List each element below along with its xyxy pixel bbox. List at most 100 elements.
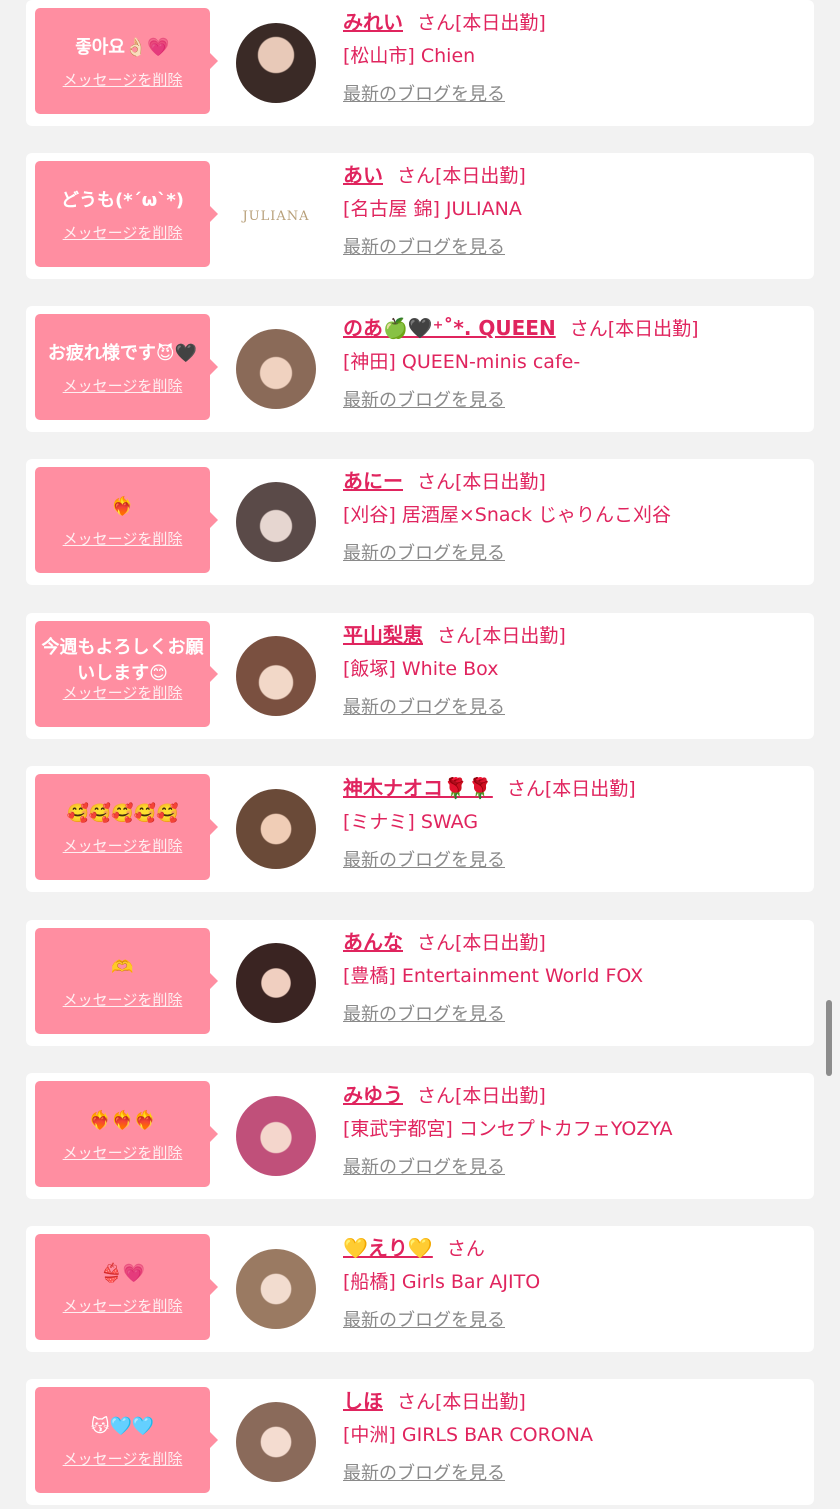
message-bubble: 👙💗 メッセージを削除 <box>35 1234 218 1340</box>
message-bubble: ❤️‍🔥❤️‍🔥❤️‍🔥 メッセージを削除 <box>35 1081 218 1187</box>
honorific: さん <box>417 1085 456 1107</box>
cast-name-link[interactable]: みゆう <box>343 1083 403 1107</box>
delete-message-link[interactable]: メッセージを削除 <box>35 528 210 549</box>
message-card: 😽🩵🩵 メッセージを削除 しほ さん[本日出勤] [中洲] GIRLS BAR C… <box>26 1379 814 1505</box>
message-text: 🥰🥰🥰🥰🥰 <box>66 803 179 824</box>
message-text: どうも(*´ω`*) <box>61 190 184 211</box>
message-bubble: 🥰🥰🥰🥰🥰 メッセージを削除 <box>35 774 218 880</box>
message-card: お疲れ様です😈🖤 メッセージを削除 のあ🍏🖤⁺˚*. QUEEN さん[本日出勤]… <box>26 306 814 432</box>
avatar[interactable] <box>236 1402 316 1482</box>
cast-name-link[interactable]: あんな <box>343 930 403 954</box>
shop-label: [神田] QUEEN-minis cafe- <box>343 351 581 373</box>
latest-blog-link[interactable]: 最新のブログを見る <box>343 386 505 412</box>
message-text: ❤️‍🔥❤️‍🔥❤️‍🔥 <box>88 1110 157 1131</box>
honorific: さん <box>506 778 545 800</box>
latest-blog-link[interactable]: 最新のブログを見る <box>343 233 505 259</box>
cast-info: あい さん[本日出勤] [名古屋 錦] JULIANA 最新のブログを見る <box>343 159 804 259</box>
status-badge: [本日出勤] <box>455 1085 546 1107</box>
honorific: さん <box>417 12 456 34</box>
shop-label: [飯塚] White Box <box>343 658 499 680</box>
status-badge: [本日出勤] <box>435 165 526 187</box>
cast-name-link[interactable]: しほ <box>343 1389 383 1413</box>
delete-message-link[interactable]: メッセージを削除 <box>35 222 210 243</box>
message-card: 🥰🥰🥰🥰🥰 メッセージを削除 神木ナオコ🌹🌹 さん[本日出勤] [ミナミ] SWA… <box>26 766 814 892</box>
latest-blog-link[interactable]: 最新のブログを見る <box>343 80 505 106</box>
latest-blog-link[interactable]: 最新のブログを見る <box>343 693 505 719</box>
delete-message-link[interactable]: メッセージを削除 <box>35 375 210 396</box>
avatar[interactable] <box>236 1096 316 1176</box>
avatar[interactable] <box>236 23 316 103</box>
latest-blog-link[interactable]: 最新のブログを見る <box>343 539 505 565</box>
shop-logo[interactable]: JULIANA <box>236 176 316 256</box>
shop-label: [松山市] Chien <box>343 45 476 67</box>
cast-name-link[interactable]: あい <box>343 163 383 187</box>
delete-message-link[interactable]: メッセージを削除 <box>35 1142 210 1163</box>
message-text: ❤️‍🔥 <box>111 496 134 517</box>
message-text: お疲れ様です😈🖤 <box>47 343 198 364</box>
honorific: さん <box>417 932 456 954</box>
avatar[interactable] <box>236 482 316 562</box>
cast-info: 神木ナオコ🌹🌹 さん[本日出勤] [ミナミ] SWAG 最新のブログを見る <box>343 772 804 872</box>
status-badge: [本日出勤] <box>475 625 566 647</box>
cast-name-link[interactable]: 神木ナオコ🌹🌹 <box>343 776 493 800</box>
message-card: ❤️‍🔥❤️‍🔥❤️‍🔥 メッセージを削除 みゆう さん[本日出勤] [東武宇都宮… <box>26 1073 814 1199</box>
message-bubble: 😽🩵🩵 メッセージを削除 <box>35 1387 218 1493</box>
message-bubble: どうも(*´ω`*) メッセージを削除 <box>35 161 218 267</box>
status-badge: [本日出勤] <box>455 932 546 954</box>
delete-message-link[interactable]: メッセージを削除 <box>35 1448 210 1469</box>
latest-blog-link[interactable]: 最新のブログを見る <box>343 1153 505 1179</box>
message-bubble: 今週もよろしくお願いします😊 メッセージを削除 <box>35 621 218 727</box>
cast-name-link[interactable]: 平山梨恵 <box>343 623 423 647</box>
status-badge: [本日出勤] <box>435 1391 526 1413</box>
honorific: さん <box>437 625 476 647</box>
cast-name-link[interactable]: 💛えり💛 <box>343 1236 433 1260</box>
delete-message-link[interactable]: メッセージを削除 <box>35 69 210 90</box>
status-badge: [本日出勤] <box>455 12 546 34</box>
shop-label: [ミナミ] SWAG <box>343 811 479 833</box>
shop-label: [名古屋 錦] JULIANA <box>343 198 522 220</box>
honorific: さん <box>569 318 608 340</box>
latest-blog-link[interactable]: 最新のブログを見る <box>343 1459 505 1485</box>
avatar[interactable] <box>236 1249 316 1329</box>
scrollbar[interactable] <box>826 1000 832 1076</box>
honorific: さん <box>446 1238 485 1260</box>
honorific: さん <box>397 1391 436 1413</box>
avatar[interactable] <box>236 789 316 869</box>
message-bubble: お疲れ様です😈🖤 メッセージを削除 <box>35 314 218 420</box>
message-bubble: 🫶 メッセージを削除 <box>35 928 218 1034</box>
delete-message-link[interactable]: メッセージを削除 <box>35 682 210 703</box>
status-badge: [本日出勤] <box>544 778 636 800</box>
delete-message-link[interactable]: メッセージを削除 <box>35 835 210 856</box>
shop-label: [船橋] Girls Bar AJITO <box>343 1271 541 1293</box>
latest-blog-link[interactable]: 最新のブログを見る <box>343 846 505 872</box>
cast-info: 平山梨恵 さん[本日出勤] [飯塚] White Box 最新のブログを見る <box>343 619 804 719</box>
message-card: 좋아요👌🏻💗 メッセージを削除 みれい さん[本日出勤] [松山市] Chien … <box>26 0 814 126</box>
message-card: 👙💗 メッセージを削除 💛えり💛 さん [船橋] Girls Bar AJITO … <box>26 1226 814 1352</box>
delete-message-link[interactable]: メッセージを削除 <box>35 1295 210 1316</box>
message-card: どうも(*´ω`*) メッセージを削除 JULIANA あい さん[本日出勤] [… <box>26 153 814 279</box>
status-badge: [本日出勤] <box>455 471 546 493</box>
avatar[interactable] <box>236 943 316 1023</box>
latest-blog-link[interactable]: 最新のブログを見る <box>343 1000 505 1026</box>
cast-name-link[interactable]: あにー <box>343 469 403 493</box>
cast-info: 💛えり💛 さん [船橋] Girls Bar AJITO 最新のブログを見る <box>343 1232 804 1332</box>
cast-name-link[interactable]: のあ🍏🖤⁺˚*. QUEEN <box>343 316 556 340</box>
logo-text: JULIANA <box>242 208 310 224</box>
latest-blog-link[interactable]: 最新のブログを見る <box>343 1306 505 1332</box>
message-bubble: ❤️‍🔥 メッセージを削除 <box>35 467 218 573</box>
message-card: 今週もよろしくお願いします😊 メッセージを削除 平山梨恵 さん[本日出勤] [飯塚… <box>26 613 814 739</box>
message-text: 🫶 <box>111 957 134 978</box>
cast-info: あんな さん[本日出勤] [豊橋] Entertainment World FOX… <box>343 926 804 1026</box>
cast-info: あにー さん[本日出勤] [刈谷] 居酒屋×Snack じゃりんこ刈谷 最新のブロ… <box>343 465 804 565</box>
avatar[interactable] <box>236 329 316 409</box>
message-text: 좋아요👌🏻💗 <box>75 37 170 58</box>
shop-label: [刈谷] 居酒屋×Snack じゃりんこ刈谷 <box>343 504 672 526</box>
cast-info: のあ🍏🖤⁺˚*. QUEEN さん[本日出勤] [神田] QUEEN-minis … <box>343 312 804 412</box>
delete-message-link[interactable]: メッセージを削除 <box>35 989 210 1010</box>
avatar[interactable] <box>236 636 316 716</box>
cast-name-link[interactable]: みれい <box>343 10 403 34</box>
status-badge: [本日出勤] <box>607 318 699 340</box>
honorific: さん <box>397 165 436 187</box>
honorific: さん <box>417 471 456 493</box>
cast-info: しほ さん[本日出勤] [中洲] GIRLS BAR CORONA 最新のブログを… <box>343 1385 804 1485</box>
